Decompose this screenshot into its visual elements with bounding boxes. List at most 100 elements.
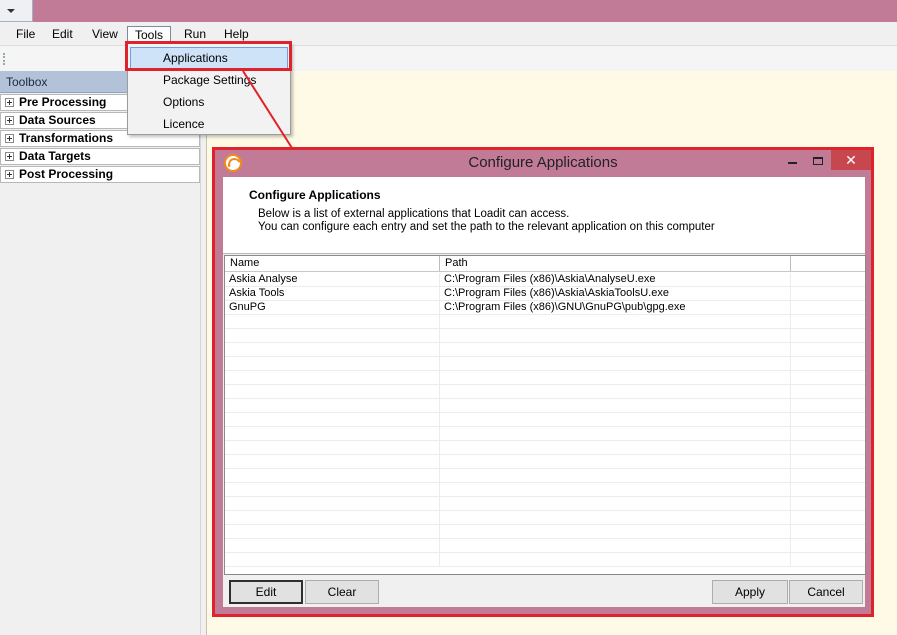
app-name: Askia Analyse xyxy=(225,273,440,286)
empty-cell xyxy=(225,441,440,454)
empty-list-row xyxy=(225,497,865,511)
app-name: Askia Tools xyxy=(225,287,440,300)
empty-cell xyxy=(225,539,440,552)
column-header-name[interactable]: Name xyxy=(225,256,440,271)
menu-view[interactable]: View xyxy=(85,26,125,44)
cancel-button[interactable]: Cancel xyxy=(789,580,863,604)
app-path: C:\Program Files (x86)\Askia\AnalyseU.ex… xyxy=(440,273,791,286)
dialog-header: Configure Applications Below is a list o… xyxy=(223,177,865,254)
empty-cell xyxy=(440,455,791,468)
apply-button[interactable]: Apply xyxy=(712,580,788,604)
empty-cell xyxy=(225,343,440,356)
empty-cell xyxy=(440,399,791,412)
dialog-title-bar[interactable]: Configure Applications ✕ xyxy=(215,150,871,176)
empty-cell xyxy=(440,385,791,398)
empty-cell xyxy=(440,343,791,356)
empty-cell xyxy=(225,469,440,482)
toolbox-section-label: Transformations xyxy=(19,131,114,145)
menu-file[interactable]: File xyxy=(9,26,42,44)
empty-cell xyxy=(440,357,791,370)
plus-box-icon[interactable] xyxy=(5,98,14,107)
menu-item-package-settings[interactable]: Package Settings xyxy=(130,69,288,91)
empty-cell xyxy=(440,427,791,440)
empty-list-row xyxy=(225,399,865,413)
empty-cell xyxy=(440,329,791,342)
empty-cell xyxy=(225,315,440,328)
close-icon: ✕ xyxy=(845,152,857,168)
empty-cell xyxy=(440,371,791,384)
dialog-heading: Configure Applications xyxy=(249,188,381,202)
toolbox-panel: Toolbox Pre Processing Data Sources Tran… xyxy=(0,71,200,635)
list-item[interactable]: Askia Analyse C:\Program Files (x86)\Ask… xyxy=(225,273,865,287)
minimize-icon xyxy=(787,162,797,165)
empty-cell xyxy=(225,329,440,342)
empty-list-row xyxy=(225,441,865,455)
list-rows: Askia Analyse C:\Program Files (x86)\Ask… xyxy=(225,273,865,567)
empty-cell xyxy=(225,371,440,384)
maximize-icon xyxy=(813,157,823,166)
empty-list-row xyxy=(225,511,865,525)
close-button[interactable]: ✕ xyxy=(831,150,871,170)
empty-list-row xyxy=(225,483,865,497)
empty-list-row xyxy=(225,525,865,539)
clear-button[interactable]: Clear xyxy=(305,580,379,604)
toolbox-section-post-processing[interactable]: Post Processing xyxy=(0,166,200,183)
empty-cell xyxy=(225,553,440,566)
configure-applications-dialog: Configure Applications ✕ Configure Appli… xyxy=(215,150,871,614)
dialog-description: You can configure each entry and set the… xyxy=(258,221,715,233)
toolbar-grip[interactable] xyxy=(3,53,6,65)
app-name: GnuPG xyxy=(225,301,440,314)
empty-cell xyxy=(440,469,791,482)
empty-cell xyxy=(440,441,791,454)
chevron-down-icon xyxy=(7,9,15,13)
empty-cell xyxy=(440,511,791,524)
empty-list-row xyxy=(225,469,865,483)
empty-list-row xyxy=(225,343,865,357)
empty-cell xyxy=(225,357,440,370)
empty-list-row xyxy=(225,385,865,399)
menu-item-licence[interactable]: Licence xyxy=(130,113,288,135)
empty-list-row xyxy=(225,455,865,469)
empty-cell xyxy=(440,525,791,538)
column-header-path[interactable]: Path xyxy=(440,256,791,271)
toolbox-section-label: Post Processing xyxy=(19,167,114,181)
empty-cell xyxy=(225,497,440,510)
toolbox-section-data-targets[interactable]: Data Targets xyxy=(0,148,200,165)
empty-list-row xyxy=(225,539,865,553)
empty-cell xyxy=(440,483,791,496)
minimize-button[interactable] xyxy=(779,150,805,170)
empty-cell xyxy=(225,427,440,440)
empty-cell xyxy=(225,455,440,468)
menu-edit[interactable]: Edit xyxy=(45,26,80,44)
empty-list-row xyxy=(225,553,865,567)
empty-list-row xyxy=(225,357,865,371)
list-item[interactable]: GnuPG C:\Program Files (x86)\GNU\GnuPG\p… xyxy=(225,301,865,315)
empty-cell xyxy=(225,413,440,426)
empty-cell xyxy=(440,413,791,426)
empty-list-row xyxy=(225,371,865,385)
list-item[interactable]: Askia Tools C:\Program Files (x86)\Askia… xyxy=(225,287,865,301)
dialog-description: Below is a list of external applications… xyxy=(258,208,570,220)
edit-button[interactable]: Edit xyxy=(229,580,303,604)
maximize-button[interactable] xyxy=(805,150,831,170)
menu-item-options[interactable]: Options xyxy=(130,91,288,113)
plus-box-icon[interactable] xyxy=(5,116,14,125)
empty-cell xyxy=(225,525,440,538)
applications-list[interactable]: Name Path Askia Analyse C:\Program Files… xyxy=(224,255,866,575)
list-header: Name Path xyxy=(225,256,865,272)
plus-box-icon[interactable] xyxy=(5,152,14,161)
empty-list-row xyxy=(225,427,865,441)
plus-box-icon[interactable] xyxy=(5,170,14,179)
app-title-bar xyxy=(0,0,897,22)
empty-cell xyxy=(225,511,440,524)
system-menu-button[interactable] xyxy=(0,0,33,22)
plus-box-icon[interactable] xyxy=(5,134,14,143)
toolbox-section-label: Pre Processing xyxy=(19,95,107,109)
dialog-window-title: Configure Applications xyxy=(468,154,618,171)
empty-cell xyxy=(440,539,791,552)
empty-list-row xyxy=(225,329,865,343)
empty-cell xyxy=(440,553,791,566)
empty-cell xyxy=(225,483,440,496)
empty-cell xyxy=(225,399,440,412)
empty-list-row xyxy=(225,413,865,427)
